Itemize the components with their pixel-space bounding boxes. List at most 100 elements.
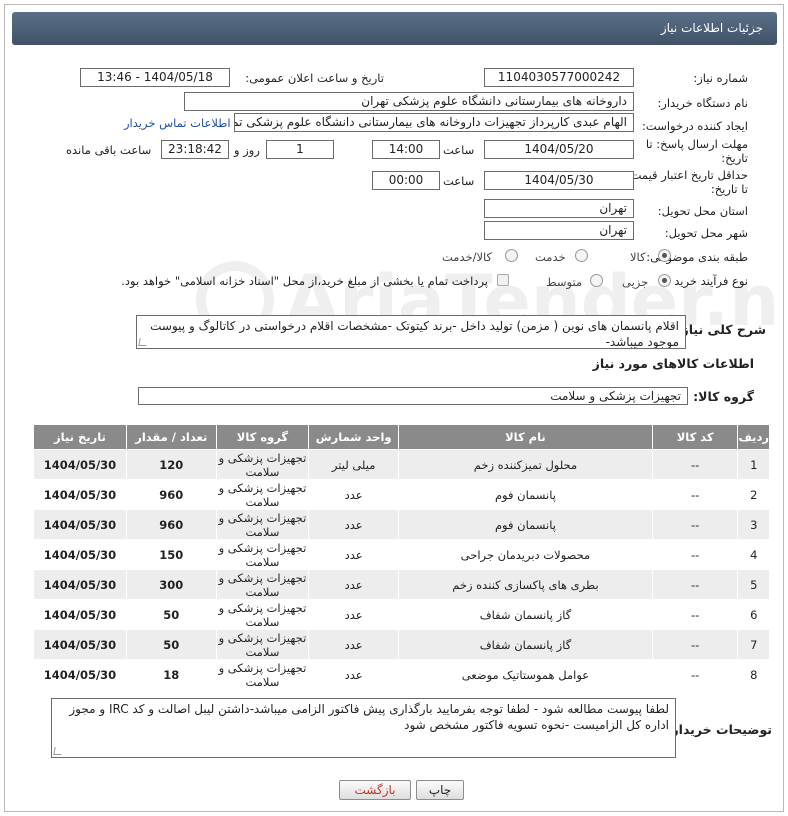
table-row: 7 -- گاز پانسمان شفاف عدد تجهیزات پزشکی … (33, 629, 770, 660)
city-value: تهران (484, 221, 634, 240)
table-row: 1 -- محلول تمیزکننده زخم میلی لیتر تجهیز… (33, 449, 770, 480)
cell-group-line2: سلامت (245, 614, 280, 629)
cell-group-line1: تجهیزات پزشکی و (218, 660, 307, 675)
validity-hour-label: ساعت (443, 174, 475, 188)
cell-qty: 300 (125, 569, 217, 600)
cell-group-line2: سلامت (245, 644, 280, 659)
cell-code: -- (651, 629, 739, 660)
page-title: جزئیات اطلاعات نیاز (660, 21, 763, 35)
summary-textarea[interactable]: اقلام پانسمان های نوین ( مزمن) تولید داخ… (136, 315, 686, 349)
table-row: 8 -- عوامل هموستاتیک موضعی عدد تجهیزات پ… (33, 659, 770, 690)
cell-code: -- (651, 569, 739, 600)
cell-unit: عدد (308, 509, 400, 540)
cell-unit: عدد (308, 539, 400, 570)
cell-date: 1404/05/30 (33, 509, 127, 540)
resize-grip-icon[interactable] (53, 747, 63, 755)
cell-group: تجهیزات پزشکی و سلامت (215, 569, 310, 600)
back-button[interactable]: بازگشت (339, 780, 411, 800)
category-goods-label: کالا (630, 250, 646, 264)
cell-qty: 150 (125, 539, 217, 570)
buyer-notes-textarea[interactable]: لطفا پیوست مطالعه شود - لطفا توجه بفرمای… (51, 698, 676, 758)
cell-qty: 960 (125, 479, 217, 510)
cell-row: 8 (737, 659, 770, 690)
goods-group-label: گروه کالا: (693, 389, 754, 404)
cell-group-line2: سلامت (245, 524, 280, 539)
summary-label: شرح کلی نیاز: (676, 322, 766, 337)
cell-name: عوامل هموستاتیک موضعی (398, 659, 653, 690)
creator-value: الهام عبدی کارپرداز تجهیزات داروخانه های… (234, 113, 634, 132)
cell-group: تجهیزات پزشکی و سلامت (215, 599, 310, 630)
cell-qty: 50 (125, 599, 217, 630)
table-header-row: ردیف کد کالا نام کالا واحد شمارش گروه کا… (33, 424, 770, 450)
validity-time: 00:00 (372, 171, 440, 190)
buyer-notes-text: لطفا پیوست مطالعه شود - لطفا توجه بفرمای… (69, 702, 669, 732)
cell-code: -- (651, 479, 739, 510)
cell-unit: عدد (308, 479, 400, 510)
table-row: 2 -- پانسمان فوم عدد تجهیزات پزشکی و سلام… (33, 479, 770, 510)
table-row: 6 -- گاز پانسمان شفاف عدد تجهیزات پزشکی … (33, 599, 770, 630)
cell-group-line1: تجهیزات پزشکی و (218, 570, 307, 585)
cell-name: پانسمان فوم (398, 509, 653, 540)
cell-group-line1: تجهیزات پزشکی و (218, 450, 307, 465)
cell-group: تجهیزات پزشکی و سلامت (215, 539, 310, 570)
cell-qty: 120 (125, 449, 217, 480)
goods-section-title: اطلاعات کالاهای مورد نیاز (592, 356, 754, 371)
cell-group-line2: سلامت (245, 494, 280, 509)
buyer-notes-label: توضیحات خریدار: (666, 722, 772, 737)
cell-row: 4 (737, 539, 770, 570)
cell-row: 6 (737, 599, 770, 630)
cell-unit: میلی لیتر (308, 449, 400, 480)
cell-group-line1: تجهیزات پزشکی و (218, 540, 307, 555)
header-need-date: تاریخ نیاز (33, 424, 127, 450)
header-code: کد کالا (651, 424, 739, 450)
header-name: نام کالا (398, 424, 653, 450)
process-medium-label: متوسط (546, 275, 583, 289)
table-row: 4 -- محصولات دبریدمان جراحی عدد تجهیزات … (33, 539, 770, 570)
cell-date: 1404/05/30 (33, 599, 127, 630)
cell-code: -- (651, 509, 739, 540)
cell-group-line2: سلامت (245, 464, 280, 479)
process-label: نوع فرآیند خرید : (666, 274, 748, 288)
cell-code: -- (651, 449, 739, 480)
cell-date: 1404/05/30 (33, 569, 127, 600)
category-goods-radio[interactable] (658, 249, 671, 262)
category-both-radio[interactable] (505, 249, 518, 262)
cell-row: 1 (737, 449, 770, 480)
buyer-label: نام دستگاه خریدار: (657, 96, 748, 110)
cell-group: تجهیزات پزشکی و سلامت (215, 659, 310, 690)
process-minor-radio[interactable] (658, 274, 671, 287)
cell-row: 7 (737, 629, 770, 660)
remaining-time: 23:18:42 (161, 140, 229, 159)
cell-row: 5 (737, 569, 770, 600)
buyer-value: داروخانه های بیمارستانی دانشگاه علوم پزش… (184, 92, 634, 111)
print-button[interactable]: چاپ (416, 780, 464, 800)
cell-code: -- (651, 659, 739, 690)
validity-label-date: تا تاریخ: (710, 182, 748, 196)
cell-name: پانسمان فوم (398, 479, 653, 510)
category-service-radio[interactable] (575, 249, 588, 262)
deadline-date: 1404/05/20 (484, 140, 634, 159)
cell-group: تجهیزات پزشکی و سلامت (215, 629, 310, 660)
deadline-hour-label: ساعت (443, 143, 475, 157)
remaining-label: ساعت باقی مانده (66, 143, 152, 157)
header-group: گروه کالا (215, 424, 310, 450)
treasury-payment-note: پرداخت تمام یا بخشی از مبلغ خرید،از محل … (121, 274, 488, 288)
category-both-label: کالا/خدمت (442, 250, 493, 264)
resize-grip-icon[interactable] (138, 338, 148, 346)
province-value: تهران (484, 199, 634, 218)
city-label: شهر محل تحویل: (664, 226, 748, 240)
creator-label: ایجاد کننده درخواست: (642, 119, 748, 133)
announce-value: 1404/05/18 - 13:46 (80, 68, 230, 87)
cell-group-line2: سلامت (245, 554, 280, 569)
cell-date: 1404/05/30 (33, 659, 127, 690)
items-table: ردیف کد کالا نام کالا واحد شمارش گروه کا… (33, 424, 770, 690)
cell-unit: عدد (308, 569, 400, 600)
contact-buyer-link[interactable]: اطلاعات تماس خریدار (124, 116, 231, 130)
treasury-payment-checkbox[interactable] (497, 274, 509, 286)
cell-group: تجهیزات پزشکی و سلامت (215, 509, 310, 540)
deadline-label-date: تاریخ: (721, 151, 748, 165)
cell-group: تجهیزات پزشکی و سلامت (215, 479, 310, 510)
process-medium-radio[interactable] (590, 274, 603, 287)
deadline-time: 14:00 (372, 140, 440, 159)
need-number-value: 1104030577000242 (484, 68, 634, 87)
